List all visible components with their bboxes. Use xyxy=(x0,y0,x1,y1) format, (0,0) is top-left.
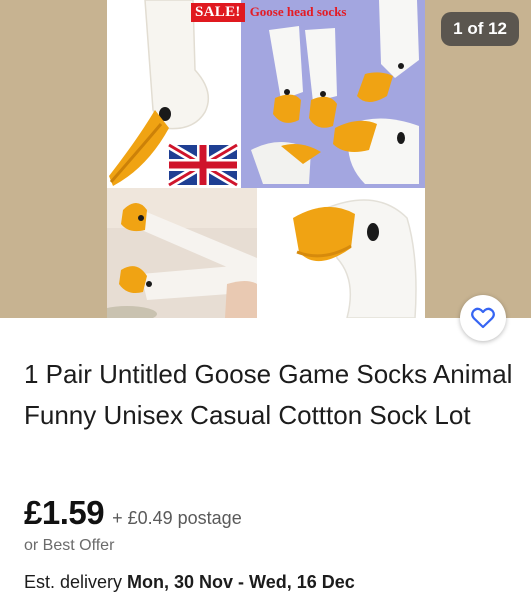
image-counter: 1 of 12 xyxy=(441,12,519,46)
delivery-prefix: Est. delivery xyxy=(24,572,128,592)
goose-sock-photo-2 xyxy=(241,0,425,188)
postage-cost: + £0.49 postage xyxy=(112,508,242,528)
goose-sock-photo-4 xyxy=(257,188,425,318)
estimated-delivery: Est. delivery Mon, 30 Nov - Wed, 16 Dec xyxy=(24,572,355,593)
sale-banner: SALE! Goose head socks xyxy=(191,2,346,22)
sale-subtitle: Goose head socks xyxy=(249,4,347,19)
price-row: £1.59 + £0.49 postage xyxy=(24,494,242,532)
goose-sock-photo-1 xyxy=(107,0,241,188)
delivery-dates: Mon, 30 Nov - Wed, 16 Dec xyxy=(127,572,355,592)
product-image[interactable]: SALE! Goose head socks xyxy=(107,0,425,318)
sale-label: SALE! xyxy=(191,2,245,22)
image-gallery[interactable]: SALE! Goose head socks 1 of 12 xyxy=(0,0,531,318)
price: £1.59 xyxy=(24,494,105,531)
add-to-watchlist-button[interactable] xyxy=(460,295,506,341)
goose-sock-photo-3 xyxy=(107,188,257,318)
heart-icon xyxy=(471,307,495,329)
listing-title: 1 Pair Untitled Goose Game Socks Animal … xyxy=(24,359,513,430)
best-offer-label: or Best Offer xyxy=(24,537,115,554)
